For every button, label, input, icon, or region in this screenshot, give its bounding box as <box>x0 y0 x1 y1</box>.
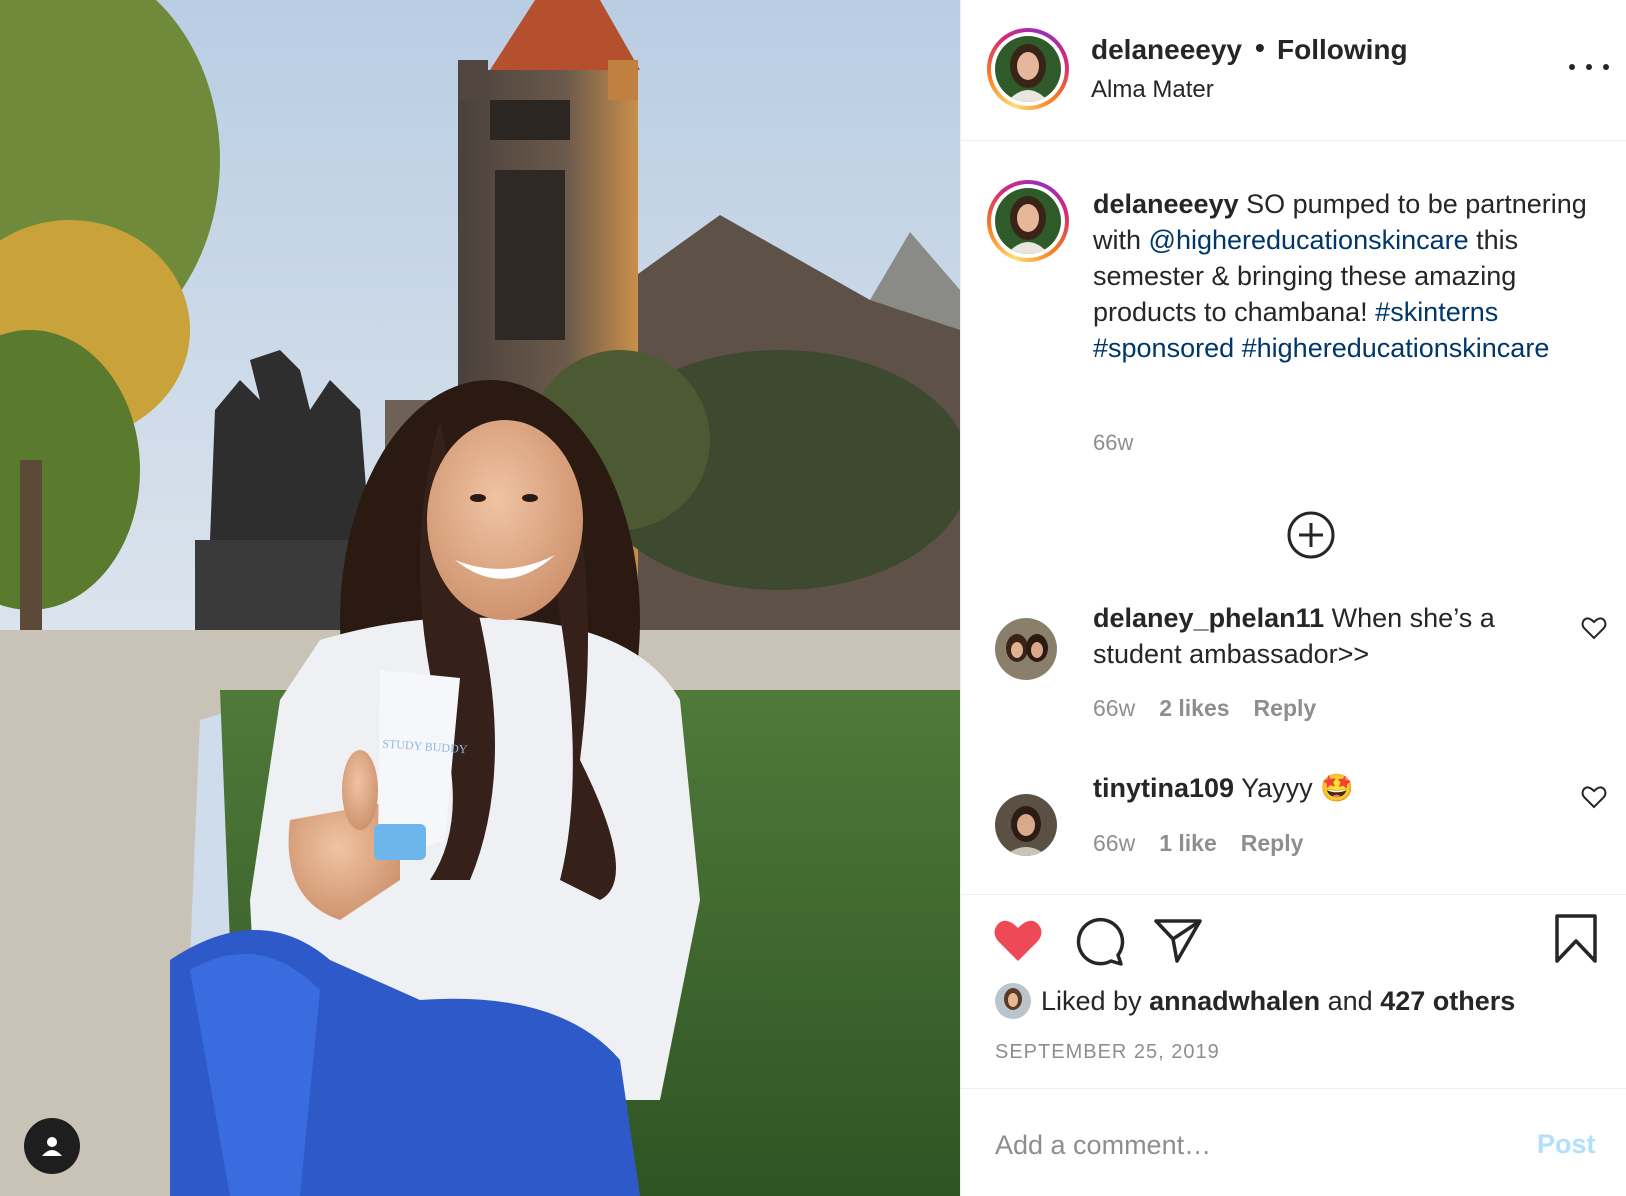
comment-username[interactable]: tinytina109 <box>1093 773 1234 803</box>
heart-outline-icon[interactable] <box>1581 616 1607 640</box>
liker-avatar[interactable] <box>995 983 1031 1019</box>
caption-author-avatar[interactable] <box>987 180 1069 262</box>
tagged-users-button[interactable] <box>24 1118 80 1174</box>
comment-input[interactable] <box>995 1125 1495 1165</box>
liked-by-line: Liked by annadwhalen and 427 others <box>995 983 1515 1019</box>
liker-username[interactable]: annadwhalen <box>1149 986 1320 1017</box>
user-tag-icon <box>42 1137 62 1156</box>
liked-by-prefix: Liked by <box>1041 985 1142 1016</box>
comment-bubble-icon[interactable] <box>1073 915 1125 967</box>
plus-circle-icon[interactable] <box>1286 510 1336 560</box>
post-caption: delaneeeyy SO pumped to be partnering wi… <box>1093 186 1603 366</box>
comment-timestamp[interactable]: 66w <box>1093 830 1135 857</box>
hashtag-link[interactable]: #sponsored <box>1093 333 1234 363</box>
reply-button[interactable]: Reply <box>1241 830 1304 857</box>
heart-filled-icon[interactable] <box>993 917 1043 963</box>
mention-link[interactable]: @highereducationskincare <box>1149 225 1469 255</box>
comment-body: delaney_phelan11 When she’s a student am… <box>1093 600 1553 672</box>
avatar-photo <box>995 794 1057 856</box>
commenter-avatar[interactable] <box>995 618 1057 680</box>
author-username[interactable]: delaneeeyy <box>1091 34 1242 66</box>
paper-plane-icon[interactable] <box>1153 917 1203 965</box>
comment-meta: 66w 2 likes Reply <box>1093 695 1316 722</box>
hashtag-link[interactable]: #skinterns <box>1375 297 1498 327</box>
location-link[interactable]: Alma Mater <box>1091 76 1214 104</box>
following-button[interactable]: Following <box>1277 34 1408 66</box>
comment-username[interactable]: delaney_phelan11 <box>1093 603 1324 633</box>
comment-body: tinytina109 Yayyy 🤩 <box>1093 770 1553 806</box>
separator-dot: • <box>1255 32 1265 63</box>
comment-meta: 66w 1 like Reply <box>1093 830 1303 857</box>
hashtag-link[interactable]: #highereducationskincare <box>1242 333 1550 363</box>
heart-outline-icon[interactable] <box>1581 785 1607 809</box>
avatar-photo <box>995 983 1031 1019</box>
avatar-photo <box>995 36 1061 102</box>
comment-likes[interactable]: 1 like <box>1159 830 1217 857</box>
more-options-icon[interactable] <box>1569 52 1609 82</box>
avatar-photo <box>995 618 1057 680</box>
caption-username[interactable]: delaneeeyy <box>1093 189 1239 219</box>
post-photo[interactable]: STUDY BUDDY <box>0 0 960 1196</box>
likes-count-link[interactable]: 427 others <box>1380 986 1515 1017</box>
avatar-photo <box>995 188 1061 254</box>
post-comment-button[interactable]: Post <box>1537 1129 1596 1160</box>
post-panel: delaneeeyy • Following Alma Mater delane… <box>960 0 1626 1196</box>
post-photo-image: STUDY BUDDY <box>0 0 960 1196</box>
commenter-avatar[interactable] <box>995 794 1057 856</box>
post-date[interactable]: SEPTEMBER 25, 2019 <box>995 1041 1220 1064</box>
comment-timestamp[interactable]: 66w <box>1093 695 1135 722</box>
add-comment-bar: Post <box>961 1088 1626 1196</box>
comment-text: Yayyy 🤩 <box>1234 773 1354 803</box>
liked-by-middle: and <box>1327 985 1373 1016</box>
caption-timestamp[interactable]: 66w <box>1093 430 1133 456</box>
bookmark-icon[interactable] <box>1553 913 1599 965</box>
reply-button[interactable]: Reply <box>1254 695 1317 722</box>
author-avatar[interactable] <box>987 28 1069 110</box>
post-header: delaneeeyy • Following Alma Mater <box>961 0 1626 141</box>
action-bar: Liked by annadwhalen and 427 others SEPT… <box>961 894 1626 1063</box>
comment-likes[interactable]: 2 likes <box>1159 695 1229 722</box>
